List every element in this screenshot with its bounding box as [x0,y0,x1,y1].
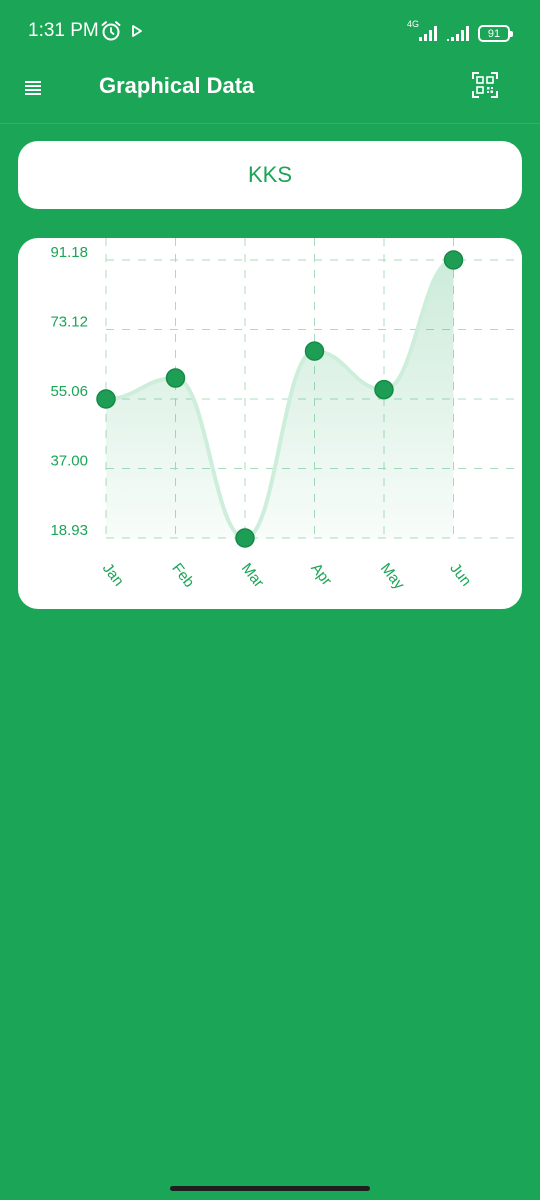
status-right: 91 [418,20,513,42]
x-tick-label: Apr [307,560,335,589]
page-title: Graphical Data [99,73,255,98]
x-tick-label: Feb [168,560,197,591]
status-bar: 1:31 PM 4G 91 [0,0,540,62]
home-indicator[interactable] [170,1186,370,1191]
y-tick-label: 73.12 [50,313,88,330]
x-tick-label: May [377,560,408,593]
alarm-icon [101,21,121,41]
status-time: 1:31 PM [28,20,99,41]
name-card[interactable]: KKS [18,141,522,209]
y-tick-label: 18.93 [50,522,88,539]
signal-icon [419,26,437,41]
data-point [443,250,464,270]
y-tick-label: 91.18 [50,244,88,261]
menu-icon[interactable] [22,76,44,98]
x-tick-label: Jun [446,560,474,590]
chart-card: 91.18 73.12 55.06 37.00 18.93 Jan Feb Mar Apr May… [18,238,522,609]
name-card-label: KKS [247,162,293,187]
data-point [374,379,394,400]
battery-icon: 91 [478,25,513,42]
play-icon [132,25,142,37]
battery-level: 91 [487,27,501,40]
data-point [96,389,116,409]
x-tick-label: Jan [99,560,127,590]
y-tick-label: 55.06 [50,383,88,400]
x-tick-label: Mar [238,560,267,591]
signal-icon-2 [447,26,469,41]
y-tick-label: 37.00 [50,452,88,469]
data-point [304,341,325,361]
line-chart: 91.18 73.12 55.06 37.00 18.93 Jan Feb Mar Apr May… [50,238,518,593]
qr-code-icon[interactable] [472,72,498,98]
data-point [235,528,255,548]
data-point [165,368,186,388]
app-bar: Graphical Data [0,62,540,124]
area-fill [106,260,454,538]
